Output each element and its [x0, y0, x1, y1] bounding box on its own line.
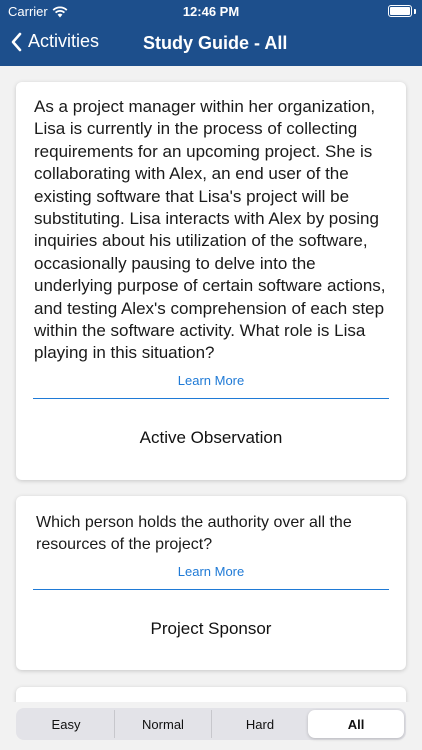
chevron-left-icon — [11, 32, 22, 51]
segment-normal[interactable]: Normal — [115, 710, 212, 738]
page-title: Study Guide - All — [143, 33, 288, 53]
battery-icon — [388, 5, 412, 17]
question-card[interactable]: As a project manager within her organiza… — [16, 82, 406, 480]
back-button[interactable]: Activities — [10, 31, 99, 52]
header: Carrier 12:46 PM Activities Study Guide … — [0, 0, 422, 66]
segment-all[interactable]: All — [308, 710, 404, 738]
segment-hard[interactable]: Hard — [212, 710, 308, 738]
answer-text: Active Observation — [139, 428, 283, 447]
learn-more-link[interactable]: Learn More — [16, 373, 406, 388]
divider — [33, 398, 389, 399]
difficulty-segmented-control: Easy Normal Hard All — [16, 708, 406, 740]
question-text: Which person holds the authority over al… — [36, 514, 352, 553]
status-bar: Carrier 12:46 PM — [0, 0, 422, 22]
nav-bar: Activities Study Guide - All — [0, 22, 422, 66]
difficulty-bar: Easy Normal Hard All — [0, 702, 422, 750]
segment-easy[interactable]: Easy — [18, 710, 115, 738]
answer-text: Project Sponsor — [150, 619, 272, 638]
status-time: 12:46 PM — [182, 4, 240, 19]
question-text: As a project manager within her organiza… — [34, 97, 386, 363]
battery-tip — [414, 9, 416, 14]
question-card[interactable]: Which person holds the authority over al… — [16, 496, 406, 670]
back-label: Activities — [28, 31, 100, 51]
learn-more-link[interactable]: Learn More — [16, 564, 406, 579]
divider — [33, 589, 389, 590]
